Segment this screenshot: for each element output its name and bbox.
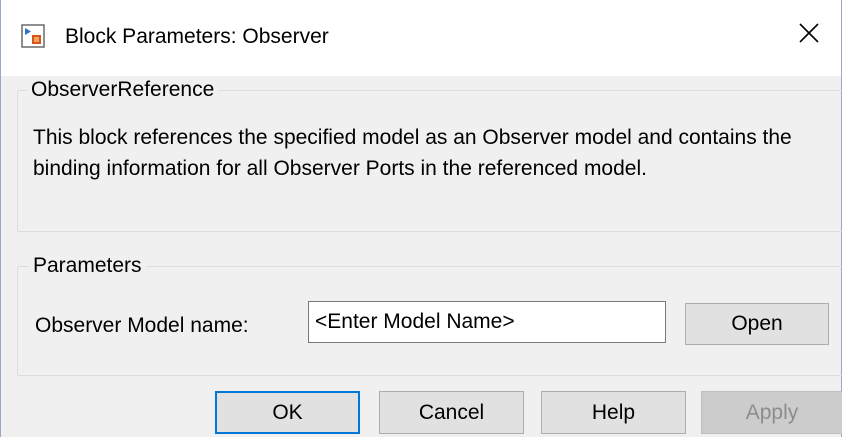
help-button[interactable]: Help	[541, 391, 686, 434]
ok-button[interactable]: OK	[215, 391, 360, 434]
simulink-block-icon	[21, 24, 45, 48]
apply-button: Apply	[701, 391, 842, 434]
close-button[interactable]	[777, 0, 841, 70]
parameters-group-title: Parameters	[29, 253, 146, 279]
window-title: Block Parameters: Observer	[65, 25, 329, 48]
block-parameters-dialog: Block Parameters: Observer ObserverRefer…	[0, 0, 842, 437]
open-button[interactable]: Open	[685, 303, 829, 345]
observer-model-name-label: Observer Model name:	[35, 314, 249, 337]
cancel-button[interactable]: Cancel	[379, 391, 524, 434]
title-bar[interactable]: Block Parameters: Observer	[1, 0, 841, 76]
close-icon	[799, 22, 819, 48]
observer-reference-group-title: ObserverReference	[27, 77, 219, 103]
observer-model-name-input[interactable]	[308, 301, 666, 343]
block-description: This block references the specified mode…	[33, 126, 792, 180]
